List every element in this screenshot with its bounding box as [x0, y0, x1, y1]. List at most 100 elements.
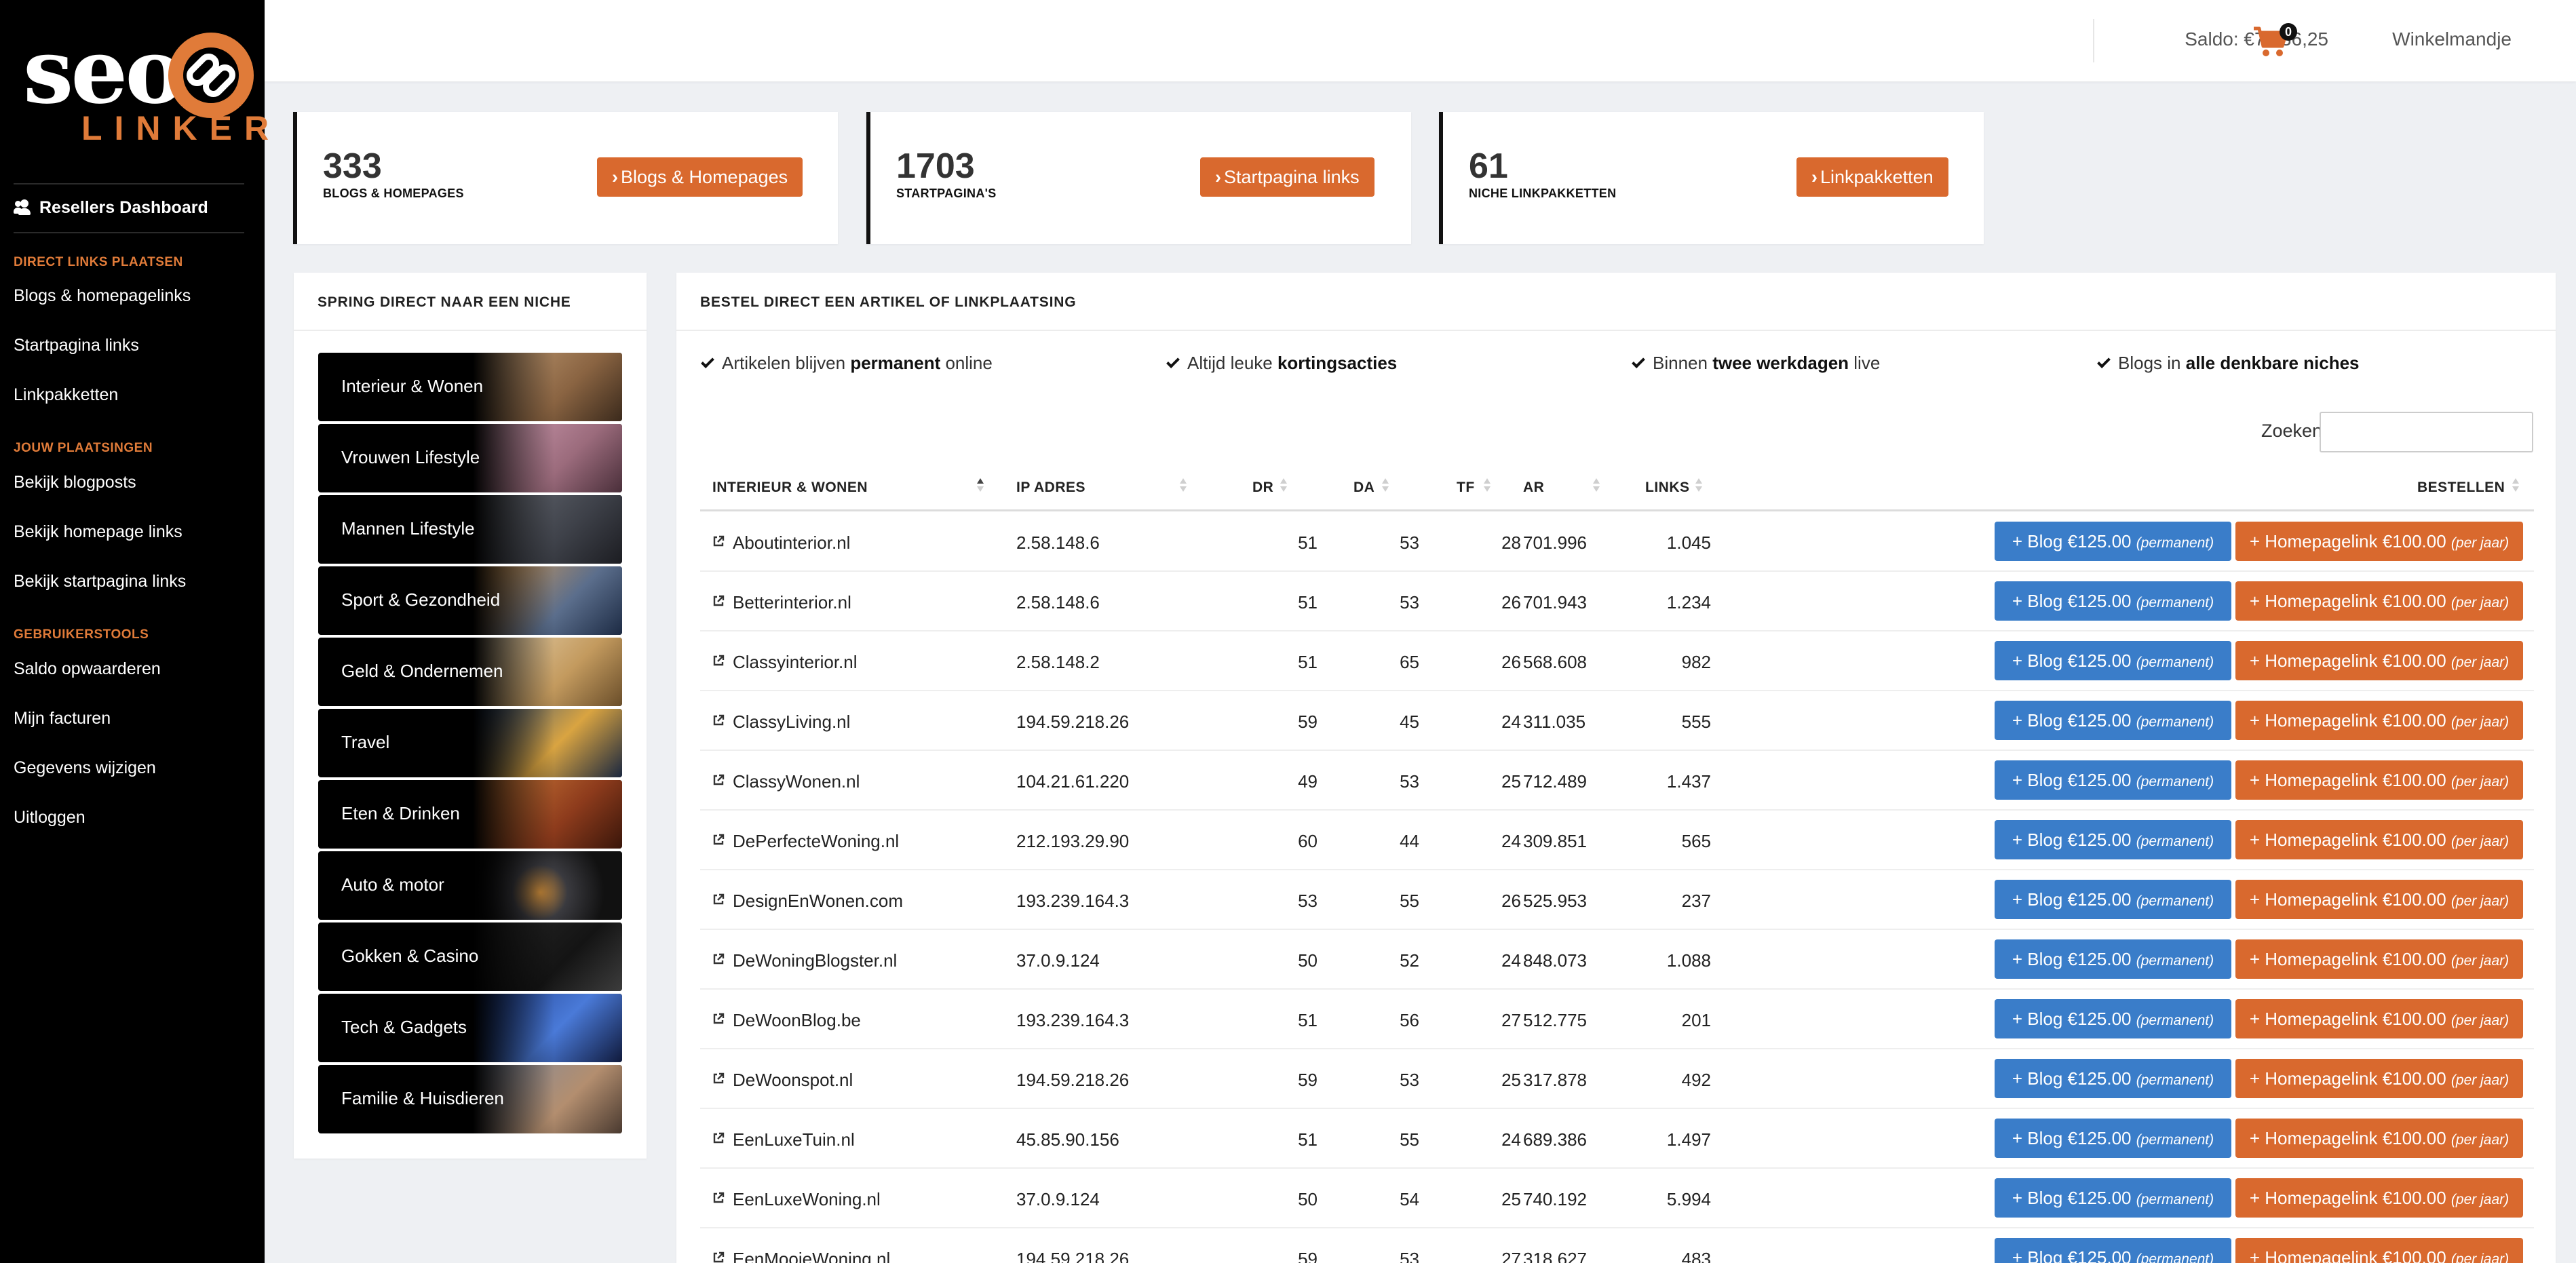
order-panel-title: BESTEL DIRECT EEN ARTIKEL OF LINKPLAATSI…: [700, 294, 1077, 310]
external-link-icon[interactable]: [712, 834, 725, 846]
external-link-icon[interactable]: [712, 1251, 725, 1263]
da-value: 53: [1400, 1249, 1419, 1263]
niche-travel[interactable]: Travel: [318, 709, 622, 777]
add-blog-button[interactable]: + Blog €125.00 (permanent): [1995, 1238, 2231, 1263]
blogs-homepages-button[interactable]: › Blogs & Homepages: [597, 157, 803, 197]
domain-link[interactable]: Betterinterior.nl: [733, 592, 851, 613]
niche-gokken-casino[interactable]: Gokken & Casino: [318, 922, 622, 991]
add-homepagelink-button[interactable]: + Homepagelink €100.00 (per jaar): [2235, 999, 2523, 1038]
domain-link[interactable]: DeWoningBlogster.nl: [733, 950, 897, 971]
domain-link[interactable]: DeWoonBlog.be: [733, 1010, 861, 1031]
sidebar-item-bekijk-blogposts[interactable]: Bekijk blogposts: [14, 473, 136, 492]
add-homepagelink-button[interactable]: + Homepagelink €100.00 (per jaar): [2235, 1119, 2523, 1158]
external-link-icon[interactable]: [712, 1013, 725, 1025]
add-blog-button[interactable]: + Blog €125.00 (permanent): [1995, 999, 2231, 1038]
domain-link[interactable]: Aboutinterior.nl: [733, 532, 850, 553]
add-blog-button[interactable]: + Blog €125.00 (permanent): [1995, 1119, 2231, 1158]
column-header-links[interactable]: LINKS: [1645, 480, 1690, 496]
column-header-tf[interactable]: TF: [1457, 480, 1475, 496]
domain-link[interactable]: EenLuxeWoning.nl: [733, 1189, 881, 1210]
external-link-icon[interactable]: [712, 655, 725, 667]
search-input[interactable]: [2320, 412, 2533, 452]
sort-icon[interactable]: [1483, 477, 1491, 494]
sidebar-item-gegevens-wijzigen[interactable]: Gegevens wijzigen: [14, 758, 156, 778]
external-link-icon[interactable]: [712, 953, 725, 965]
domain-link[interactable]: ClassyWonen.nl: [733, 771, 860, 792]
sidebar-item-bekijk-homepage-links[interactable]: Bekijk homepage links: [14, 522, 182, 542]
column-header-ip[interactable]: IP ADRES: [1016, 480, 1085, 496]
add-homepagelink-button[interactable]: + Homepagelink €100.00 (per jaar): [2235, 880, 2523, 919]
add-homepagelink-button[interactable]: + Homepagelink €100.00 (per jaar): [2235, 701, 2523, 740]
external-link-icon[interactable]: [712, 714, 725, 726]
stat-card-blogs: 333 BLOGS & HOMEPAGES › Blogs & Homepages: [293, 112, 838, 244]
sort-icon[interactable]: [1695, 477, 1703, 494]
niche-interieur-wonen[interactable]: Interieur & Wonen: [318, 353, 622, 421]
sidebar-item-mijn-facturen[interactable]: Mijn facturen: [14, 709, 111, 728]
external-link-icon[interactable]: [712, 595, 725, 607]
niche-mannen-lifestyle[interactable]: Mannen Lifestyle: [318, 495, 622, 564]
niche-eten-drinken[interactable]: Eten & Drinken: [318, 780, 622, 849]
sidebar-item-startpagina-links[interactable]: Startpagina links: [14, 336, 139, 355]
niche-familie-huisdieren[interactable]: Familie & Huisdieren: [318, 1065, 622, 1133]
niche-geld-ondernemen[interactable]: Geld & Ondernemen: [318, 638, 622, 706]
sort-icon[interactable]: [1381, 477, 1389, 494]
add-blog-button[interactable]: + Blog €125.00 (permanent): [1995, 522, 2231, 561]
add-blog-button[interactable]: + Blog €125.00 (permanent): [1995, 880, 2231, 919]
add-homepagelink-button[interactable]: + Homepagelink €100.00 (per jaar): [2235, 1238, 2523, 1263]
add-blog-button[interactable]: + Blog €125.00 (permanent): [1995, 701, 2231, 740]
linkpakketten-button[interactable]: › Linkpakketten: [1796, 157, 1948, 197]
sidebar-item-bekijk-startpagina-links[interactable]: Bekijk startpagina links: [14, 572, 186, 591]
add-homepagelink-button[interactable]: + Homepagelink €100.00 (per jaar): [2235, 1178, 2523, 1218]
sidebar-item-saldo-opwaarderen[interactable]: Saldo opwaarderen: [14, 659, 161, 679]
sort-icon[interactable]: [1179, 477, 1187, 494]
external-link-icon[interactable]: [712, 1072, 725, 1085]
stat-label: NICHE LINKPAKKETTEN: [1469, 187, 1617, 200]
seo-linker-logo[interactable]: seo LINKER: [20, 27, 269, 149]
add-blog-button[interactable]: + Blog €125.00 (permanent): [1995, 820, 2231, 859]
column-header-ar[interactable]: AR: [1523, 480, 1544, 496]
sort-ascending-icon[interactable]: [976, 477, 984, 494]
add-blog-button[interactable]: + Blog €125.00 (permanent): [1995, 939, 2231, 979]
add-homepagelink-button[interactable]: + Homepagelink €100.00 (per jaar): [2235, 760, 2523, 800]
column-header-domain[interactable]: INTERIEUR & WONEN: [712, 480, 868, 496]
domain-link[interactable]: DesignEnWonen.com: [733, 891, 903, 912]
domain-link[interactable]: ClassyLiving.nl: [733, 712, 850, 733]
niche-tech-gadgets[interactable]: Tech & Gadgets: [318, 994, 622, 1062]
add-homepagelink-button[interactable]: + Homepagelink €100.00 (per jaar): [2235, 522, 2523, 561]
add-blog-button[interactable]: + Blog €125.00 (permanent): [1995, 641, 2231, 680]
tf-value: 25: [1501, 771, 1521, 792]
external-link-icon[interactable]: [712, 774, 725, 786]
domain-link[interactable]: EenLuxeTuin.nl: [733, 1129, 855, 1150]
add-homepagelink-button[interactable]: + Homepagelink €100.00 (per jaar): [2235, 581, 2523, 621]
add-homepagelink-button[interactable]: + Homepagelink €100.00 (per jaar): [2235, 939, 2523, 979]
cart-link[interactable]: Winkelmandje: [2392, 28, 2512, 50]
column-header-dr[interactable]: DR: [1252, 480, 1273, 496]
sidebar-item-dashboard[interactable]: Resellers Dashboard: [14, 198, 208, 218]
niche-auto-motor[interactable]: Auto & motor: [318, 851, 622, 920]
niche-vrouwen-lifestyle[interactable]: Vrouwen Lifestyle: [318, 424, 622, 492]
niche-sport-gezondheid[interactable]: Sport & Gezondheid: [318, 566, 622, 635]
sidebar-item-uitloggen[interactable]: Uitloggen: [14, 808, 85, 828]
add-homepagelink-button[interactable]: + Homepagelink €100.00 (per jaar): [2235, 1059, 2523, 1098]
startpagina-links-button[interactable]: › Startpagina links: [1200, 157, 1374, 197]
external-link-icon[interactable]: [712, 893, 725, 906]
external-link-icon[interactable]: [712, 1132, 725, 1144]
sort-icon[interactable]: [1280, 477, 1288, 494]
add-homepagelink-button[interactable]: + Homepagelink €100.00 (per jaar): [2235, 641, 2523, 680]
add-homepagelink-button[interactable]: + Homepagelink €100.00 (per jaar): [2235, 820, 2523, 859]
add-blog-button[interactable]: + Blog €125.00 (permanent): [1995, 760, 2231, 800]
sidebar-item-blogs-homepagelinks[interactable]: Blogs & homepagelinks: [14, 286, 191, 306]
column-header-da[interactable]: DA: [1353, 480, 1374, 496]
external-link-icon[interactable]: [712, 535, 725, 547]
domain-link[interactable]: Classyinterior.nl: [733, 652, 858, 673]
domain-link[interactable]: DePerfecteWoning.nl: [733, 831, 899, 852]
add-blog-button[interactable]: + Blog €125.00 (permanent): [1995, 581, 2231, 621]
add-blog-button[interactable]: + Blog €125.00 (permanent): [1995, 1178, 2231, 1218]
add-blog-button[interactable]: + Blog €125.00 (permanent): [1995, 1059, 2231, 1098]
sort-icon[interactable]: [1592, 477, 1600, 494]
external-link-icon[interactable]: [712, 1192, 725, 1204]
domain-link[interactable]: DeWoonspot.nl: [733, 1070, 853, 1091]
domain-link[interactable]: EenMooieWoning.nl: [733, 1249, 890, 1263]
table-row: Betterinterior.nl 2.58.148.6 51 53 26 701.943…: [700, 572, 2534, 632]
sidebar-item-linkpakketten[interactable]: Linkpakketten: [14, 385, 118, 405]
